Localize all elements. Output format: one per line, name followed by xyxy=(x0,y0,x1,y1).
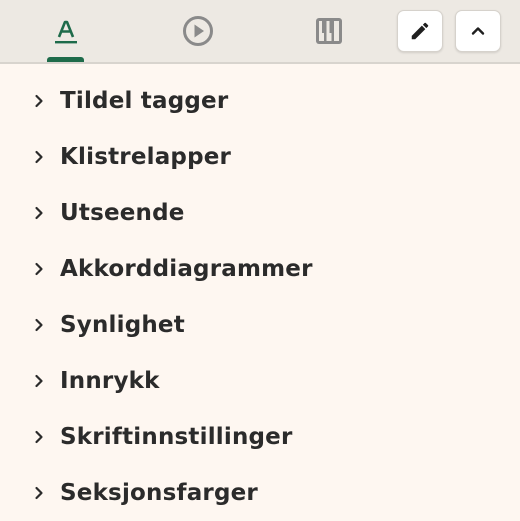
chevron-right-icon xyxy=(32,206,46,220)
section-label: Seksjonsfarger xyxy=(60,480,258,506)
settings-section-list: Tildel tagger Klistrelapper Utseende Akk… xyxy=(0,73,520,521)
chevron-right-icon xyxy=(32,430,46,444)
chevron-right-icon xyxy=(32,150,46,164)
section-item-synlighet[interactable]: Synlighet xyxy=(0,297,520,353)
chevron-right-icon xyxy=(32,94,46,108)
piano-keys-icon xyxy=(316,18,342,44)
section-label: Skriftinnstillinger xyxy=(60,424,293,450)
active-tab-indicator xyxy=(47,57,84,62)
tab-playback[interactable] xyxy=(176,0,220,62)
play-circle-icon xyxy=(183,16,213,46)
section-item-skriftinnstillinger[interactable]: Skriftinnstillinger xyxy=(0,409,520,465)
section-item-akkorddiagrammer[interactable]: Akkorddiagrammer xyxy=(0,241,520,297)
chevron-right-icon xyxy=(32,262,46,276)
section-item-innrykk[interactable]: Innrykk xyxy=(0,353,520,409)
section-label: Utseende xyxy=(60,200,185,226)
section-label: Klistrelapper xyxy=(60,144,232,170)
section-item-klistrelapper[interactable]: Klistrelapper xyxy=(0,129,520,185)
section-label: Synlighet xyxy=(60,312,185,338)
tab-piano[interactable] xyxy=(307,0,351,62)
chevron-right-icon xyxy=(32,318,46,332)
section-label: Akkorddiagrammer xyxy=(60,256,313,282)
top-toolbar xyxy=(0,0,520,64)
chevron-right-icon xyxy=(32,374,46,388)
pencil-icon xyxy=(411,22,429,40)
section-item-utseende[interactable]: Utseende xyxy=(0,185,520,241)
collapse-button[interactable] xyxy=(455,10,501,52)
section-item-tildel-tagger[interactable]: Tildel tagger xyxy=(0,73,520,129)
section-label: Tildel tagger xyxy=(60,88,229,114)
text-format-icon xyxy=(55,20,77,44)
chevron-right-icon xyxy=(32,486,46,500)
tab-text-format[interactable] xyxy=(44,0,88,62)
edit-button[interactable] xyxy=(397,10,443,52)
chevron-up-icon xyxy=(471,27,485,35)
section-item-seksjonsfarger[interactable]: Seksjonsfarger xyxy=(0,465,520,521)
section-label: Innrykk xyxy=(60,368,160,394)
